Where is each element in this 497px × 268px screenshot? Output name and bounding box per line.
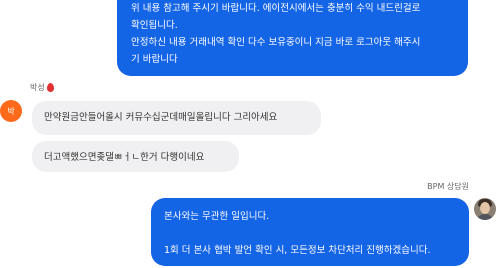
agent-message-bubble: 위 내용 참고해 주시기 바랍니다. 에이전시에서는 충분히 수익 내드린걸로 … xyxy=(117,0,468,76)
message-line xyxy=(164,225,431,242)
user-message-text: 만약원금안들어올시 커뮤수십군데매일올립니다 그리아세요 xyxy=(44,112,278,123)
user-name: 박성 xyxy=(30,83,45,92)
user-message-bubble: 만약원금안들어올시 커뮤수십군데매일올립니다 그리아세요 xyxy=(32,101,321,135)
user-avatar[interactable]: 박 xyxy=(0,100,22,122)
agent-name-label: BPM 상담원 xyxy=(427,182,469,191)
user-message-text: 더고액했으면좆댈ㅃㅓㄴ한거 다행이네요 xyxy=(44,152,205,163)
agent-avatar[interactable] xyxy=(474,198,496,220)
message-line: 확인됩니다. xyxy=(131,20,178,31)
avatar-body xyxy=(476,214,494,220)
message-line: 위 내용 참고해 주시기 바랍니다. 에이전시에서는 충분히 수익 내드린걸로 xyxy=(131,3,421,14)
message-line: 기 바랍니다 xyxy=(131,54,178,65)
user-name-label: 박성 xyxy=(30,82,54,93)
agent-message-bubble: 본사와는 무관한 일입니다. 1회 더 본사 협박 발언 확인 시, 모든정보 … xyxy=(151,198,469,266)
user-avatar-initial: 박 xyxy=(7,106,15,116)
red-drop-icon xyxy=(46,83,54,92)
message-line: 안정하신 내용 거래내역 확인 다수 보유중이니 지금 바로 로그아웃 해주시 xyxy=(131,37,421,48)
avatar-face xyxy=(480,202,490,214)
user-message-bubble: 더고액했으면좆댈ㅃㅓㄴ한거 다행이네요 xyxy=(32,141,239,172)
message-line: 본사와는 무관한 일입니다. xyxy=(164,211,270,222)
message-line: 1회 더 본사 협박 발언 확인 시, 모든정보 차단처리 진행하겠습니다. xyxy=(164,245,431,256)
